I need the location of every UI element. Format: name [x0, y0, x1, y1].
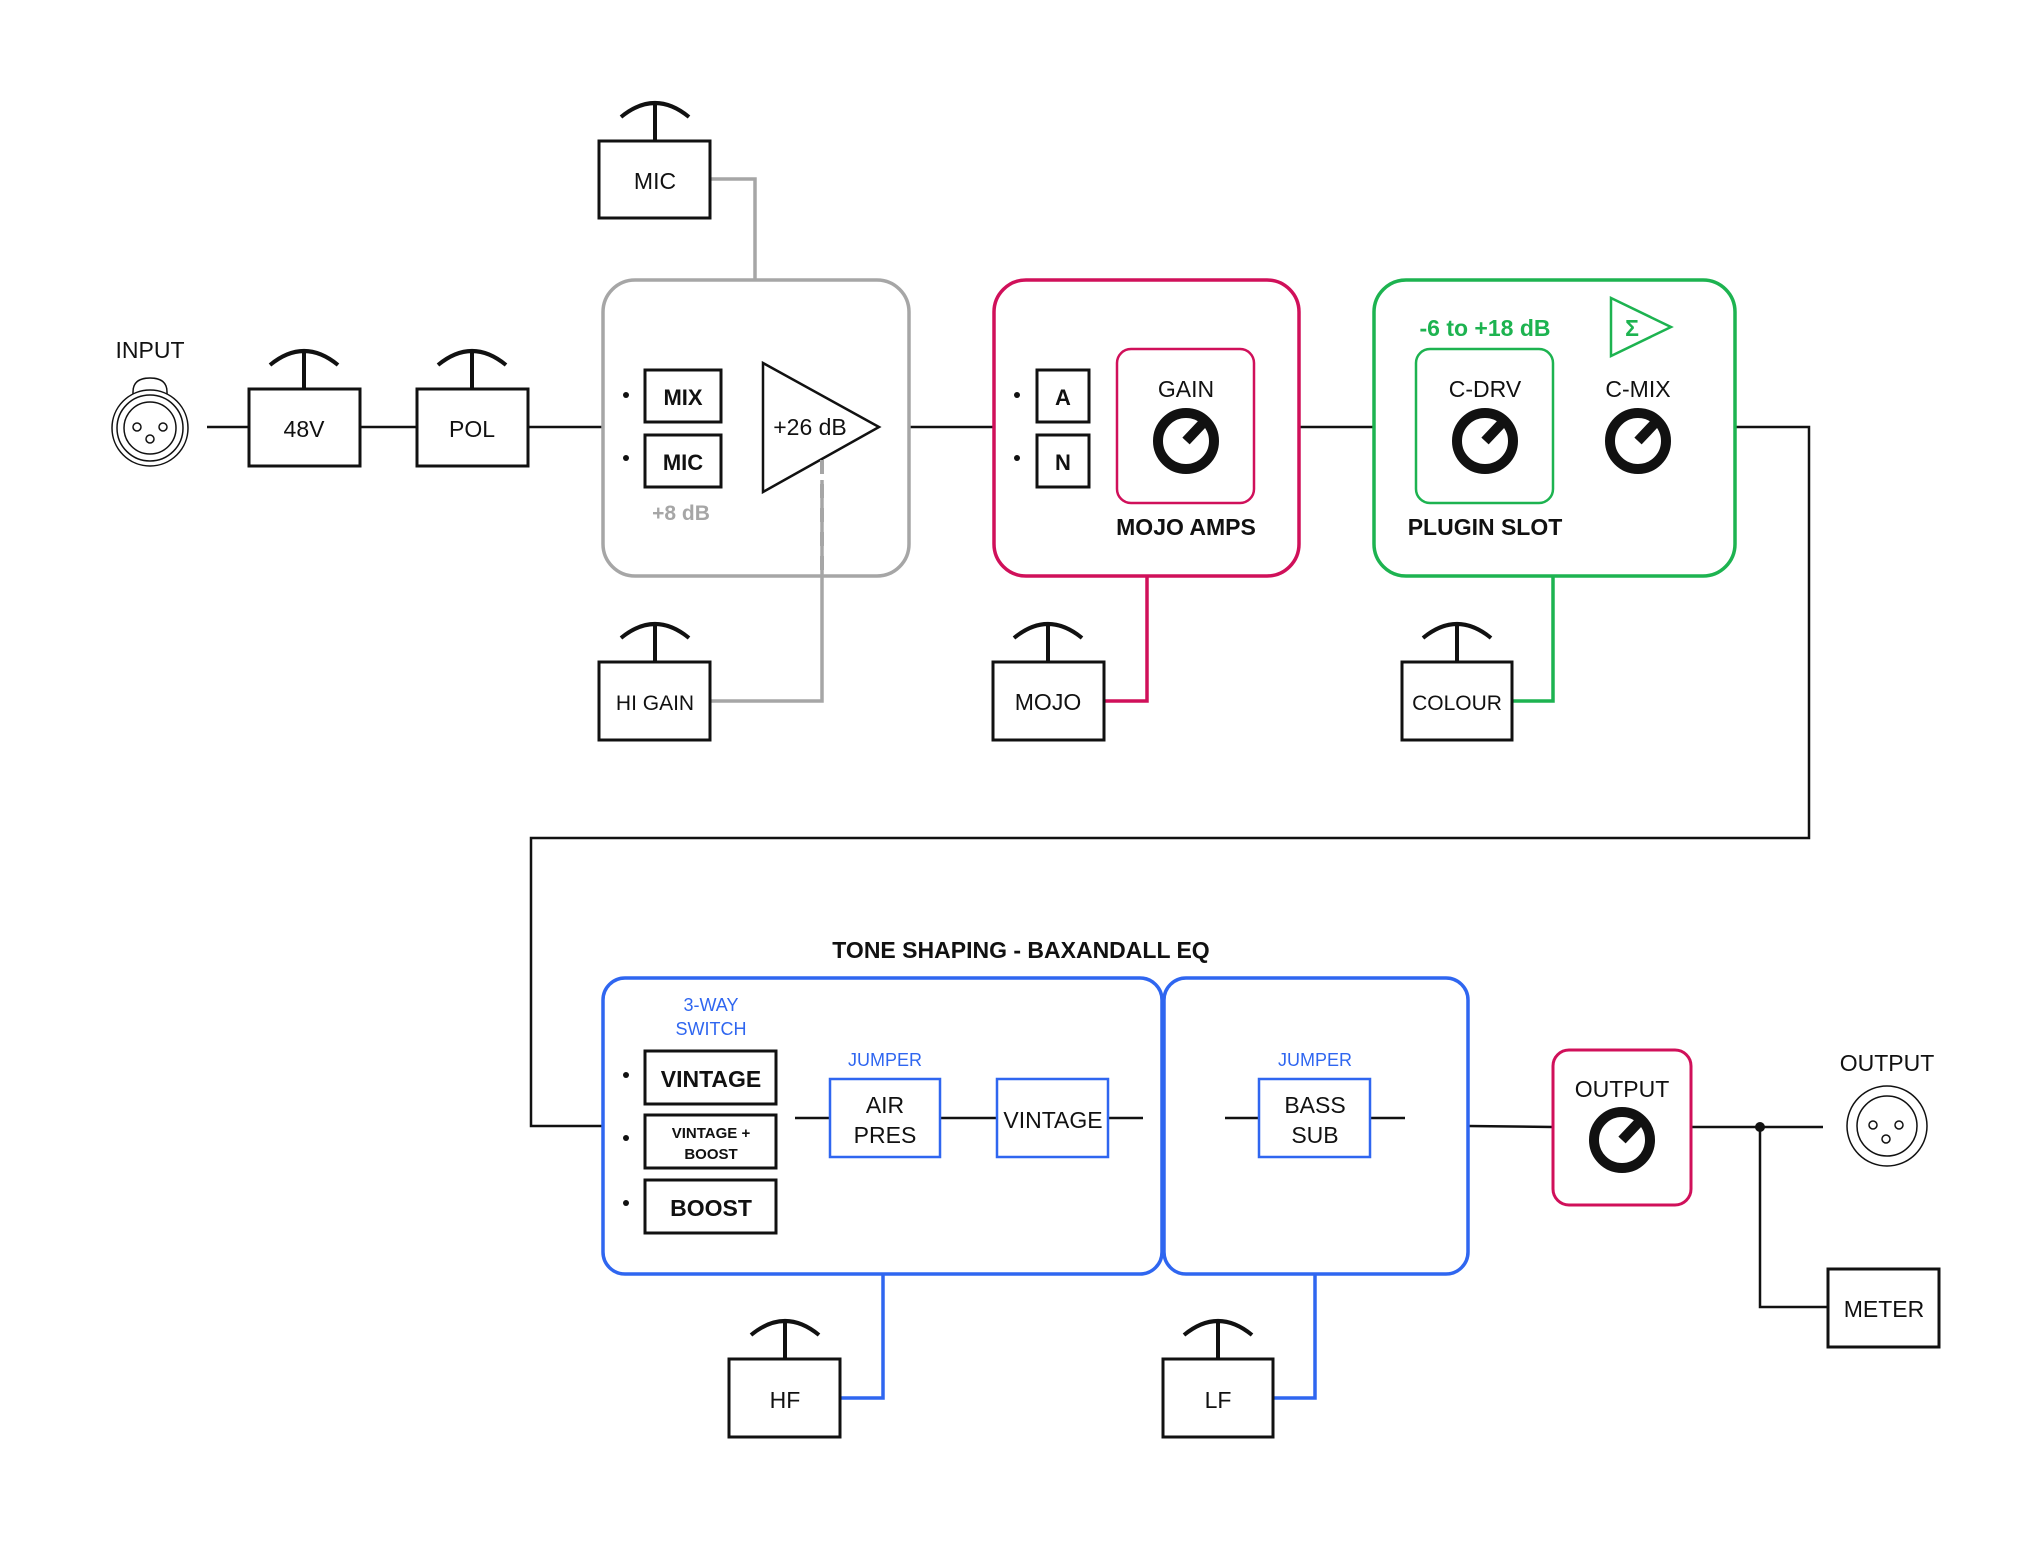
bullet-dot	[623, 1135, 629, 1141]
mojo-control-label: MOJO	[1015, 689, 1081, 715]
mojo-control-switch[interactable]: MOJO	[991, 622, 1106, 742]
signal-wires	[207, 425, 1828, 1309]
switch-mic[interactable]: MIC	[643, 433, 723, 489]
toggle-switch-icon	[1012, 622, 1084, 664]
amp-gain-label: +26 dB	[773, 414, 847, 440]
output-knob-label: OUTPUT	[1575, 1076, 1670, 1102]
hf-control-switch[interactable]: HF	[727, 1319, 842, 1439]
switch-caption-line1: 3-WAY	[683, 995, 738, 1015]
hi-gain-control-wire	[710, 480, 824, 703]
hf-control-label: HF	[770, 1387, 801, 1413]
bass-label-line2: SUB	[1291, 1122, 1338, 1148]
output-knob-panel	[1551, 1048, 1693, 1207]
mojo-amps-title: MOJO AMPS	[1116, 514, 1256, 540]
summing-amp-icon	[1609, 296, 1674, 358]
switch-n[interactable]: N	[1035, 433, 1091, 489]
mojo-control-wire	[1104, 576, 1149, 703]
toggle-switch-icon	[619, 101, 691, 143]
mix-label: MIX	[663, 385, 702, 410]
switch-a[interactable]: A	[1035, 368, 1091, 424]
lf-control-switch[interactable]: LF	[1161, 1319, 1275, 1439]
switch-vintage-label: VINTAGE	[661, 1066, 762, 1092]
bullet-dot	[1014, 392, 1020, 398]
output-connector-label: OUTPUT	[1840, 1050, 1935, 1076]
bass-sub-jumper[interactable]: BASS SUB	[1257, 1077, 1372, 1159]
jumper-hf-label: JUMPER	[848, 1050, 922, 1070]
vintage-block: VINTAGE	[995, 1077, 1110, 1159]
phantom-power-switch[interactable]: 48V	[247, 349, 362, 468]
switch-vintage-boost[interactable]: VINTAGE + BOOST	[643, 1113, 778, 1170]
phantom-label: 48V	[284, 416, 326, 442]
switch-caption-line2: SWITCH	[676, 1019, 747, 1039]
air-label-line1: AIR	[866, 1092, 904, 1118]
mic-gain-note: +8 dB	[652, 502, 710, 525]
cmix-knob-label: C-MIX	[1605, 376, 1670, 402]
input-label: INPUT	[116, 337, 185, 363]
switch-vb-line2: BOOST	[684, 1146, 737, 1163]
eq-title: TONE SHAPING - BAXANDALL EQ	[832, 937, 1209, 963]
hf-control-wire	[840, 1274, 885, 1400]
air-label-line2: PRES	[854, 1122, 917, 1148]
signal-flow-diagram: INPUT 48V POL MIX MIC +8 dB +26 dB MIC H…	[111, 101, 1941, 1439]
cdrv-knob-label: C-DRV	[1449, 376, 1522, 402]
bullet-dot	[623, 392, 629, 398]
toggle-switch-icon	[436, 349, 508, 391]
plugin-slot-title: PLUGIN SLOT	[1408, 514, 1563, 540]
junction-dot	[1755, 1122, 1765, 1132]
switch-n-label: N	[1055, 450, 1071, 475]
jumper-lf-label: JUMPER	[1278, 1050, 1352, 1070]
mic-control-wire	[710, 177, 757, 279]
switch-vintage[interactable]: VINTAGE	[643, 1049, 778, 1106]
wire-eq-to-output	[1467, 1124, 1554, 1129]
gain-knob-label: GAIN	[1158, 376, 1214, 402]
gain-knob-icon[interactable]	[1158, 413, 1214, 469]
wire-to-meter	[1758, 1127, 1828, 1309]
cdrv-knob-icon[interactable]	[1457, 413, 1513, 469]
toggle-switch-icon	[268, 349, 340, 391]
xlr-output-icon[interactable]	[1846, 1085, 1928, 1167]
bullet-dot	[623, 455, 629, 461]
bullet-dot	[1014, 455, 1020, 461]
cdrv-range-label: -6 to +18 dB	[1419, 315, 1550, 341]
colour-control-switch[interactable]: COLOUR	[1400, 622, 1514, 742]
air-pres-jumper[interactable]: AIR PRES	[828, 1077, 942, 1159]
sum-symbol: Σ	[1625, 315, 1639, 341]
colour-control-wire	[1512, 576, 1555, 703]
polarity-label: POL	[449, 416, 495, 442]
mic-control-switch[interactable]: MIC	[597, 101, 712, 220]
switch-a-label: A	[1055, 385, 1071, 410]
cmix-knob-icon[interactable]	[1610, 413, 1666, 469]
vintage-block-label: VINTAGE	[1003, 1107, 1102, 1133]
hi-gain-control-label: HI GAIN	[616, 692, 694, 715]
toggle-switch-icon	[619, 622, 691, 664]
meter-label: METER	[1844, 1296, 1925, 1322]
bullet-dot	[623, 1200, 629, 1206]
gain-knob-panel	[1115, 347, 1256, 505]
polarity-switch[interactable]: POL	[415, 349, 530, 468]
mic-control-label: MIC	[634, 168, 676, 194]
switch-boost[interactable]: BOOST	[643, 1178, 778, 1235]
mic-switch-label: MIC	[663, 450, 703, 475]
xlr-input-icon[interactable]	[111, 377, 189, 467]
switch-mix[interactable]: MIX	[643, 368, 723, 424]
switch-boost-label: BOOST	[670, 1195, 752, 1221]
lf-control-label: LF	[1205, 1387, 1232, 1413]
lf-control-wire	[1273, 1274, 1317, 1400]
meter-block: METER	[1826, 1267, 1941, 1349]
bass-label-line1: BASS	[1284, 1092, 1345, 1118]
toggle-switch-icon	[749, 1319, 821, 1361]
toggle-switch-icon	[1182, 1319, 1254, 1361]
cdrv-knob-panel	[1414, 347, 1555, 505]
toggle-switch-icon	[1421, 622, 1493, 664]
switch-vb-line1: VINTAGE +	[672, 1125, 751, 1142]
hi-gain-control-switch[interactable]: HI GAIN	[597, 622, 712, 742]
bullet-dot	[623, 1072, 629, 1078]
output-knob-icon[interactable]	[1594, 1112, 1650, 1168]
colour-control-label: COLOUR	[1412, 692, 1502, 715]
